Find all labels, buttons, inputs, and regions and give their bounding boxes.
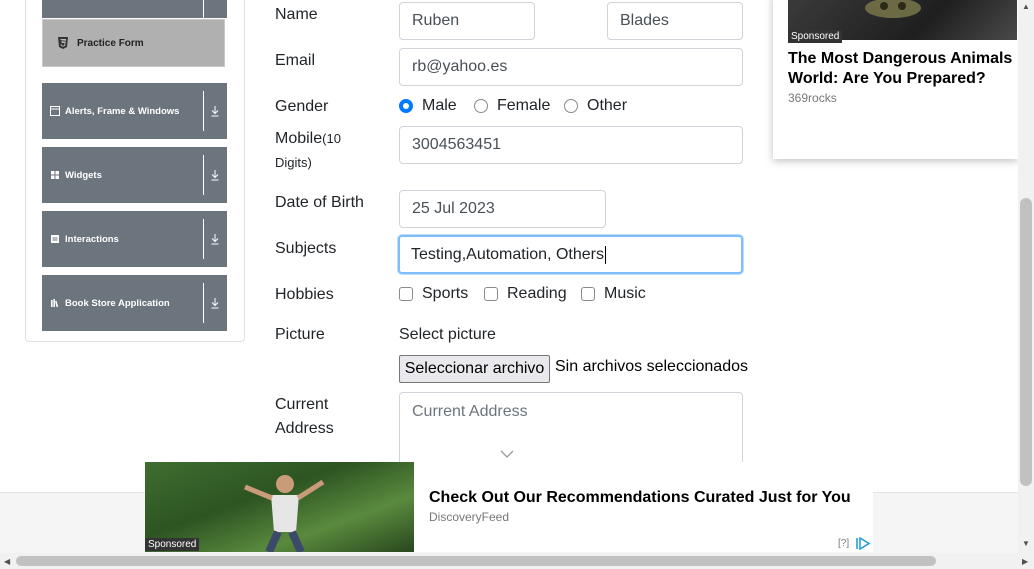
hobby-music-checkbox[interactable]: Music	[581, 285, 646, 303]
date-of-birth-input[interactable]: 25 Jul 2023	[399, 190, 606, 228]
gender-option-label: Other	[587, 97, 628, 114]
mobile-label: Mobile(10 Digits)	[275, 127, 341, 175]
address-placeholder: Current Address	[412, 403, 528, 420]
sponsored-tag: Sponsored	[145, 538, 200, 551]
hobby-label: Music	[604, 285, 646, 302]
ad-help-link[interactable]: [?]	[838, 538, 849, 549]
subjects-input[interactable]: Testing,Automation, Others	[398, 235, 743, 274]
sidebar-group-label: Interactions	[65, 233, 119, 245]
divider	[203, 91, 204, 131]
adchoices-icon[interactable]	[855, 537, 871, 550]
scroll-right-arrow-icon[interactable]: ▶	[1022, 557, 1028, 566]
subjects-label: Subjects	[275, 240, 337, 257]
scroll-down-arrow-icon[interactable]: ▼	[1022, 539, 1030, 548]
checkbox-icon	[581, 287, 595, 301]
horizontal-scroll-thumb[interactable]	[16, 556, 936, 566]
grid-icon	[51, 171, 59, 179]
ad-title[interactable]: The Most Dangerous Animals World: Are Yo…	[788, 49, 1016, 89]
picture-label: Picture	[275, 326, 325, 343]
current-address-textarea[interactable]: Current Address	[399, 392, 743, 472]
hobbies-label: Hobbies	[275, 286, 334, 303]
sidebar-group-elements[interactable]	[42, 0, 227, 18]
email-value: rb@yahoo.es	[412, 58, 508, 75]
mobile-input[interactable]: 3004563451	[399, 126, 743, 164]
ad-banner-bottom[interactable]: Sponsored Check Out Our Recommendations …	[145, 462, 873, 552]
name-label: Name	[275, 6, 318, 23]
gender-female-radio[interactable]: Female	[474, 97, 550, 115]
sponsored-tag: Sponsored	[788, 30, 843, 43]
chevron-down-icon	[500, 450, 514, 458]
dob-value: 25 Jul 2023	[412, 200, 495, 217]
download-icon	[211, 106, 219, 117]
divider	[203, 155, 204, 195]
scroll-left-arrow-icon[interactable]: ◀	[4, 557, 10, 566]
address-label: Current Address	[275, 393, 334, 441]
mobile-value: 3004563451	[412, 136, 501, 153]
text-cursor	[604, 245, 606, 264]
checkbox-icon	[484, 287, 498, 301]
divider	[203, 219, 204, 259]
list-icon	[51, 235, 59, 243]
address-label-line2: Address	[275, 420, 334, 437]
ad-title[interactable]: Check Out Our Recommendations Curated Ju…	[429, 489, 851, 507]
radio-unchecked-icon	[564, 99, 578, 113]
hobby-label: Sports	[422, 285, 469, 302]
choose-file-button[interactable]: Seleccionar archivo	[399, 355, 550, 383]
first-name-input[interactable]: Ruben	[399, 2, 535, 40]
ad-source[interactable]: DiscoveryFeed	[429, 510, 509, 524]
mobile-hint-close: Digits)	[275, 155, 312, 170]
email-input[interactable]: rb@yahoo.es	[399, 48, 743, 86]
html5-icon	[58, 37, 68, 49]
sidebar-group-widgets[interactable]: Widgets	[42, 147, 227, 203]
gender-option-label: Male	[422, 97, 457, 114]
sidebar-item-label: Practice Form	[77, 37, 144, 49]
ad-card-right[interactable]: Sponsored The Most Dangerous Animals Wor…	[773, 0, 1018, 159]
hobby-reading-checkbox[interactable]: Reading	[484, 285, 567, 303]
sidebar-item-practice-form[interactable]: Practice Form	[42, 19, 225, 67]
vertical-scroll-thumb[interactable]	[1020, 198, 1032, 486]
gender-label: Gender	[275, 98, 329, 115]
download-icon	[211, 298, 219, 309]
hobby-label: Reading	[507, 285, 567, 302]
books-icon	[51, 299, 59, 308]
select-picture-text: Select picture	[399, 326, 496, 343]
dob-label: Date of Birth	[275, 194, 364, 211]
ad-source[interactable]: 369rocks	[788, 91, 837, 105]
scroll-up-arrow-icon[interactable]: ▲	[1022, 2, 1030, 11]
divider	[203, 283, 204, 323]
last-name-input[interactable]: Blades	[607, 2, 743, 40]
mobile-hint-open: (10	[322, 131, 341, 146]
subjects-value: Testing,Automation, Others	[411, 245, 604, 263]
mobile-label-text: Mobile	[275, 130, 323, 147]
gender-male-radio[interactable]: Male	[399, 97, 457, 115]
sidebar-group-book-store[interactable]: Book Store Application	[42, 275, 227, 331]
sidebar-group-interactions[interactable]: Interactions	[42, 211, 227, 267]
download-icon	[211, 170, 219, 181]
sidebar-group-label: Book Store Application	[65, 297, 170, 309]
sidebar-group-alerts[interactable]: Alerts, Frame & Windows	[42, 83, 227, 139]
sidebar-group-label: Alerts, Frame & Windows	[65, 105, 180, 117]
gender-option-label: Female	[497, 97, 551, 114]
last-name-value: Blades	[620, 12, 669, 29]
window-icon	[50, 106, 60, 116]
radio-unchecked-icon	[474, 99, 488, 113]
gender-other-radio[interactable]: Other	[564, 97, 627, 115]
file-status-text: Sin archivos seleccionados	[555, 358, 748, 375]
hobby-sports-checkbox[interactable]: Sports	[399, 285, 468, 303]
divider	[203, 0, 204, 18]
sidebar-group-label: Widgets	[65, 169, 102, 181]
download-icon	[211, 234, 219, 245]
radio-checked-icon	[399, 99, 413, 113]
first-name-value: Ruben	[412, 12, 460, 29]
email-label: Email	[275, 52, 316, 69]
address-label-line1: Current	[275, 396, 329, 413]
checkbox-icon	[399, 287, 413, 301]
